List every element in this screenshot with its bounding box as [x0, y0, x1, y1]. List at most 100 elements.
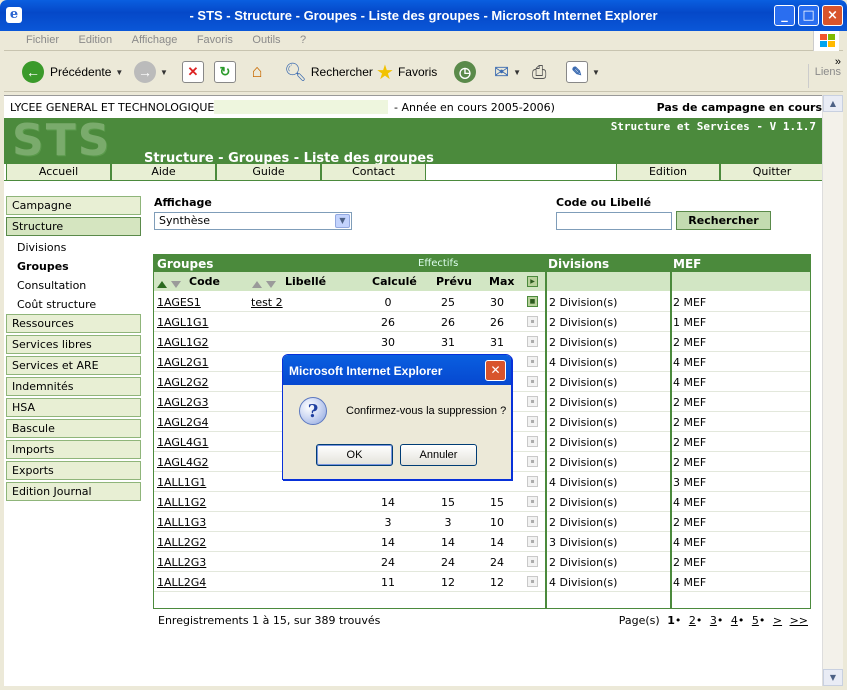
cell-code[interactable]: 1ALL1G2	[157, 496, 206, 509]
cell-code[interactable]: 1AGL1G1	[157, 316, 209, 329]
cell-code[interactable]: 1AGL4G1	[157, 436, 209, 449]
favorites-button[interactable]: ★ Favoris	[376, 58, 437, 86]
scroll-up-icon[interactable]: ▲	[823, 95, 843, 112]
history-button[interactable]: ◷	[454, 58, 476, 86]
vertical-scrollbar[interactable]: ▲ ▼	[822, 95, 843, 686]
nav-accueil[interactable]: Accueil	[6, 164, 111, 181]
page-link[interactable]: 5	[752, 614, 759, 627]
menu-affichage[interactable]: Affichage	[132, 34, 178, 46]
sidebar-sub-consultation[interactable]: Consultation	[6, 276, 141, 295]
effectifs-header: Effectifs	[418, 258, 459, 269]
menu-edition[interactable]: Edition	[79, 34, 113, 46]
dialog-close-button[interactable]: ✕	[485, 360, 506, 381]
page-link[interactable]: 4	[731, 614, 738, 627]
sidebar-item-hsa[interactable]: HSA	[6, 398, 141, 417]
mail-button[interactable]: ✉ ▼	[494, 58, 521, 86]
sidebar-item-indemnites[interactable]: Indemnités	[6, 377, 141, 396]
row-checkbox[interactable]: ▪	[527, 576, 538, 587]
cell-code[interactable]: 1AGL2G4	[157, 416, 209, 429]
sidebar-item-ressources[interactable]: Ressources	[6, 314, 141, 333]
scroll-down-icon[interactable]: ▼	[823, 669, 843, 686]
cancel-button[interactable]: Annuler	[400, 444, 477, 466]
row-checkbox[interactable]: ▪	[527, 516, 538, 527]
row-checkbox[interactable]: ▪	[527, 556, 538, 567]
row-checkbox[interactable]: ▪	[527, 316, 538, 327]
print-button[interactable]: ⎙	[532, 58, 546, 86]
sidebar-item-services-are[interactable]: Services et ARE	[6, 356, 141, 375]
ok-button[interactable]: OK	[316, 444, 393, 466]
stop-button[interactable]: ✕	[182, 58, 204, 86]
row-checkbox[interactable]: ▪	[527, 416, 538, 427]
row-checkbox[interactable]: ▪	[527, 476, 538, 487]
page-link[interactable]: 2	[689, 614, 696, 627]
cell-code[interactable]: 1AGL2G1	[157, 356, 209, 369]
nav-contact[interactable]: Contact	[321, 164, 426, 181]
cell-libelle[interactable]: test 2	[251, 296, 283, 309]
sidebar-item-imports[interactable]: Imports	[6, 440, 141, 459]
cell-mef: 2 MEF	[673, 416, 707, 429]
code-input[interactable]	[556, 212, 672, 230]
cell-code[interactable]: 1ALL2G4	[157, 576, 206, 589]
sidebar-item-campagne[interactable]: Campagne	[6, 196, 141, 215]
forward-button[interactable]: → ▼	[134, 58, 168, 86]
links-bar[interactable]: » Liens	[807, 56, 841, 88]
nav-guide[interactable]: Guide	[216, 164, 321, 181]
row-checkbox[interactable]: ▪	[527, 536, 538, 547]
row-checkbox[interactable]: ▪	[527, 376, 538, 387]
sidebar-sub-groupes[interactable]: Groupes	[6, 257, 141, 276]
cell-code[interactable]: 1ALL2G3	[157, 556, 206, 569]
row-checkbox[interactable]: ▪	[527, 456, 538, 467]
cell-code[interactable]: 1AGES1	[157, 296, 201, 309]
row-checkbox[interactable]: ▪	[527, 496, 538, 507]
cell-code[interactable]: 1AGL2G3	[157, 396, 209, 409]
sidebar-item-bascule[interactable]: Bascule	[6, 419, 141, 438]
sort-desc-icon[interactable]	[266, 278, 276, 291]
refresh-button[interactable]: ↻	[214, 58, 236, 86]
minimize-button[interactable]: _	[774, 5, 795, 26]
row-checkbox[interactable]: ▪	[527, 336, 538, 347]
next-page-link[interactable]: >	[773, 614, 782, 627]
nav-edition[interactable]: Edition	[616, 164, 720, 181]
row-checkbox[interactable]: ▪	[527, 436, 538, 447]
search-submit-button[interactable]: Rechercher	[676, 211, 771, 230]
menu-help[interactable]: ?	[300, 34, 306, 46]
cell-code[interactable]: 1ALL2G2	[157, 536, 206, 549]
sidebar-item-exports[interactable]: Exports	[6, 461, 141, 480]
cell-code[interactable]: 1AGL2G2	[157, 376, 209, 389]
maximize-button[interactable]: □	[798, 5, 819, 26]
page-link[interactable]: 3	[710, 614, 717, 627]
back-arrow-icon: ←	[22, 61, 44, 83]
back-button[interactable]: ← Précédente ▼	[22, 58, 123, 86]
affichage-select[interactable]: Synthèse ▼	[154, 212, 352, 230]
sidebar-item-edition-journal[interactable]: Edition Journal	[6, 482, 141, 501]
cell-code[interactable]: 1AGL1G2	[157, 336, 209, 349]
cell-max: 24	[490, 556, 504, 569]
col-code[interactable]: Code	[189, 275, 220, 288]
row-checkbox[interactable]: ■	[527, 296, 538, 307]
edit-button[interactable]: ✎ ▼	[566, 58, 600, 86]
sidebar-sub-divisions[interactable]: Divisions	[6, 238, 141, 257]
sidebar-item-structure[interactable]: Structure	[6, 217, 141, 236]
select-all-checkbox[interactable]: ▶	[527, 276, 538, 287]
search-button[interactable]: 🔍︎ Rechercher	[284, 58, 373, 86]
sidebar-sub-cout-structure[interactable]: Coût structure	[6, 295, 141, 314]
sort-desc-icon[interactable]	[171, 278, 181, 291]
cell-mef: 2 MEF	[673, 436, 707, 449]
close-window-button[interactable]: ×	[822, 5, 843, 26]
menu-fichier[interactable]: Fichier	[26, 34, 59, 46]
sort-asc-icon[interactable]	[157, 278, 167, 291]
cell-code[interactable]: 1AGL4G2	[157, 456, 209, 469]
cell-code[interactable]: 1ALL1G1	[157, 476, 206, 489]
nav-quitter[interactable]: Quitter	[720, 164, 822, 181]
sidebar-item-services-libres[interactable]: Services libres	[6, 335, 141, 354]
cell-code[interactable]: 1ALL1G3	[157, 516, 206, 529]
row-checkbox[interactable]: ▪	[527, 396, 538, 407]
nav-aide[interactable]: Aide	[111, 164, 216, 181]
menu-favoris[interactable]: Favoris	[197, 34, 233, 46]
menu-outils[interactable]: Outils	[252, 34, 280, 46]
sort-asc-icon[interactable]	[252, 278, 262, 291]
col-libelle[interactable]: Libellé	[285, 275, 326, 288]
row-checkbox[interactable]: ▪	[527, 356, 538, 367]
last-page-link[interactable]: >>	[790, 614, 808, 627]
home-button[interactable]: ⌂	[246, 58, 268, 86]
